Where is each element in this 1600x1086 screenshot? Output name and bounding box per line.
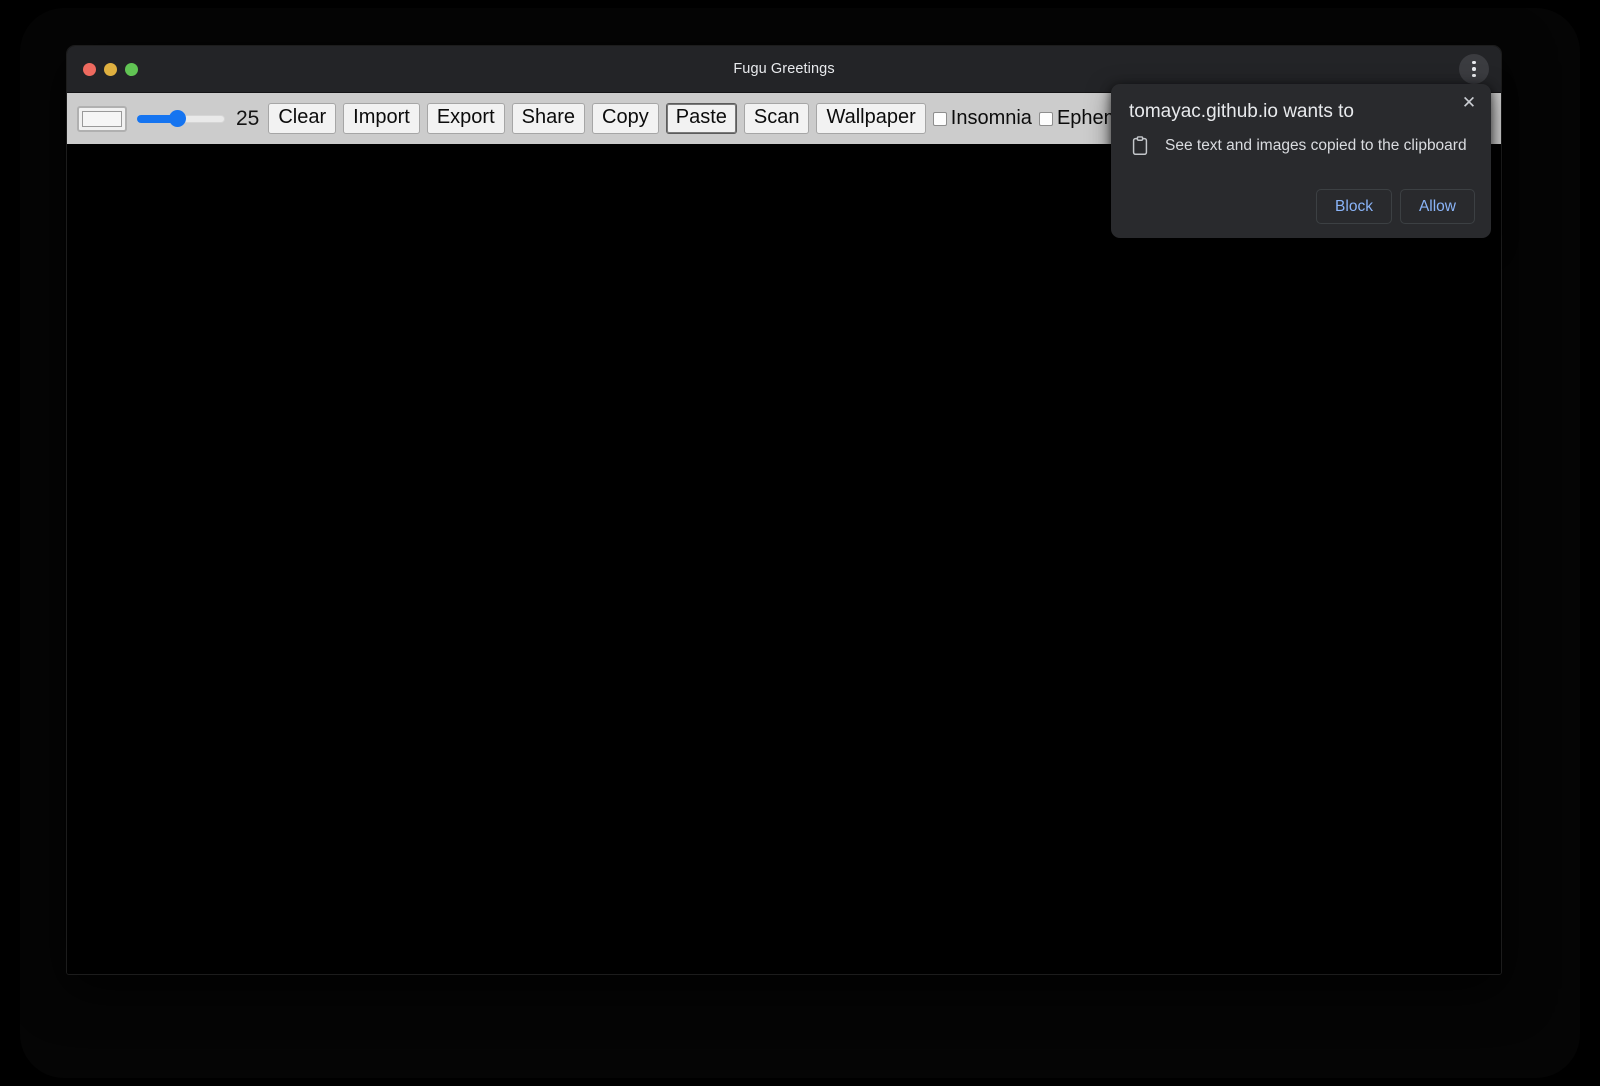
kebab-dot xyxy=(1472,74,1476,78)
insomnia-checkbox-label: Insomnia xyxy=(951,107,1032,130)
import-button[interactable]: Import xyxy=(343,103,420,135)
copy-button[interactable]: Copy xyxy=(592,103,659,135)
window-title: Fugu Greetings xyxy=(67,61,1501,77)
export-button[interactable]: Export xyxy=(427,103,505,135)
scan-button[interactable]: Scan xyxy=(744,103,810,135)
insomnia-checkbox-box[interactable] xyxy=(933,112,947,126)
allow-button[interactable]: Allow xyxy=(1400,189,1475,225)
slider-value-label: 25 xyxy=(236,108,259,129)
permission-actions: Block Allow xyxy=(1316,189,1475,225)
close-icon[interactable]: ✕ xyxy=(1458,92,1480,114)
drawing-canvas[interactable] xyxy=(67,145,1501,974)
color-swatch-inner xyxy=(82,111,122,127)
ephemeral-checkbox-box[interactable] xyxy=(1039,112,1053,126)
line-width-slider[interactable] xyxy=(137,109,225,129)
close-window-button[interactable] xyxy=(83,63,96,76)
kebab-dot xyxy=(1472,67,1476,71)
kebab-dot xyxy=(1472,61,1476,65)
insomnia-checkbox[interactable]: Insomnia xyxy=(933,107,1032,130)
color-swatch-icon[interactable] xyxy=(77,106,127,132)
permission-title: tomayac.github.io wants to xyxy=(1129,100,1473,124)
share-button[interactable]: Share xyxy=(512,103,585,135)
paste-button[interactable]: Paste xyxy=(666,103,737,135)
clear-button[interactable]: Clear xyxy=(268,103,336,135)
slider-thumb[interactable] xyxy=(169,110,186,127)
minimize-window-button[interactable] xyxy=(104,63,117,76)
screen: Fugu Greetings 25 Clear Import Export Sh… xyxy=(0,0,1600,1086)
traffic-light-group xyxy=(83,63,138,76)
permission-detail-row: See text and images copied to the clipbo… xyxy=(1129,135,1473,157)
clipboard-icon xyxy=(1129,135,1151,157)
maximize-window-button[interactable] xyxy=(125,63,138,76)
wallpaper-button[interactable]: Wallpaper xyxy=(816,103,925,135)
clipboard-permission-dialog: ✕ tomayac.github.io wants to See text an… xyxy=(1111,84,1491,238)
permission-description: See text and images copied to the clipbo… xyxy=(1165,136,1467,156)
block-button[interactable]: Block xyxy=(1316,189,1392,225)
kebab-menu-icon[interactable] xyxy=(1459,54,1489,84)
